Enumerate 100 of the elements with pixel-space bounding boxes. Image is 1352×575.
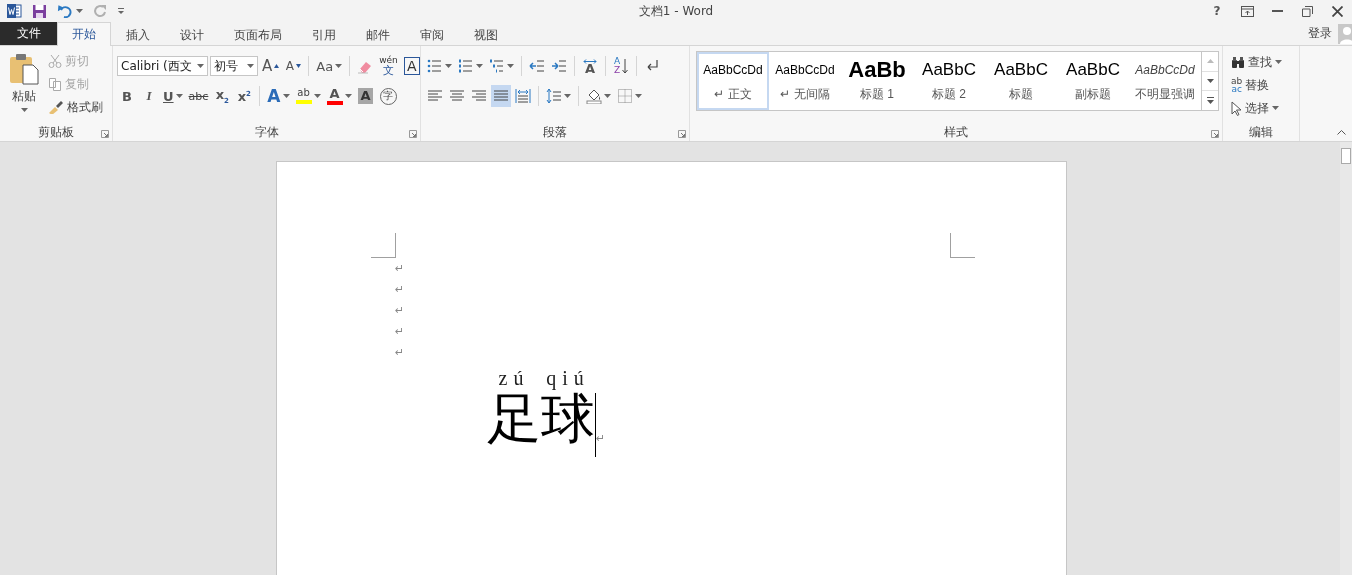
paste-button[interactable]: 粘贴 <box>4 51 44 124</box>
select-button[interactable]: 选择 <box>1229 98 1284 118</box>
ribbon-tab[interactable]: 审阅 <box>405 24 459 46</box>
paragraph-mark: ↵ <box>395 324 405 340</box>
font-name-dropdown[interactable]: Calibri (西文 <box>117 56 208 76</box>
caret-down-icon <box>1206 79 1214 83</box>
ribbon-tab[interactable]: 插入 <box>111 24 165 46</box>
close-icon <box>1331 5 1343 17</box>
ribbon-tab[interactable]: 页面布局 <box>219 24 297 46</box>
decrease-indent-icon <box>529 58 545 74</box>
scrollbar[interactable] <box>1340 142 1352 575</box>
pinyin-text: zú <box>498 367 530 389</box>
dialog-launcher-icon[interactable] <box>1211 130 1219 138</box>
undo-icon[interactable] <box>57 4 73 18</box>
paragraph-mark: ↵ <box>395 345 405 361</box>
ribbon-tab[interactable]: 视图 <box>459 24 513 46</box>
paragraph-mark: ↵ <box>395 303 405 319</box>
caret-icon <box>313 94 321 98</box>
paint-bucket-icon <box>586 88 602 104</box>
align-left-icon <box>427 88 443 104</box>
sign-in-link[interactable]: 登录 <box>1308 25 1332 42</box>
subscript-button[interactable]: x$_{2}$ <box>212 85 233 107</box>
file-tab[interactable]: 文件 <box>0 22 57 45</box>
sort-button[interactable]: A Z <box>611 55 631 77</box>
strikethrough-button[interactable]: abc <box>186 85 211 107</box>
dialog-launcher-icon[interactable] <box>678 130 686 138</box>
ribbon-tab[interactable]: 邮件 <box>351 24 405 46</box>
find-button[interactable]: 查找 <box>1229 52 1284 72</box>
paragraph-mark: ↵ <box>395 282 405 298</box>
font-color-button[interactable]: A <box>324 85 354 107</box>
group-label: 剪贴板 <box>38 124 74 141</box>
dialog-launcher-icon[interactable] <box>101 130 109 138</box>
change-case-button[interactable]: Aa <box>314 55 345 77</box>
line-spacing-icon <box>546 88 562 104</box>
clipboard-icon <box>9 53 39 85</box>
window-title: 文档1 - Word <box>638 3 714 18</box>
chinese-character: 足 <box>487 389 541 449</box>
group-label: 样式 <box>944 124 968 141</box>
format-painter-button[interactable]: 格式刷 <box>46 97 105 117</box>
caret-icon <box>604 94 611 98</box>
dialog-launcher-icon[interactable] <box>409 130 417 138</box>
ribbon-tab[interactable]: 引用 <box>297 24 351 46</box>
multilevel-list-icon <box>489 58 505 74</box>
border-grid-icon <box>617 88 633 104</box>
caret-icon <box>20 108 28 112</box>
caret-icon <box>335 64 343 68</box>
caret-icon <box>445 64 452 68</box>
pointer-icon <box>1231 100 1242 116</box>
phonetic-guide-button[interactable]: wén 文 <box>377 55 400 77</box>
expand-icon <box>1206 97 1214 105</box>
increase-indent-icon <box>551 58 567 74</box>
numbered-list-icon <box>458 58 474 74</box>
group-label: 段落 <box>543 124 567 141</box>
caret-icon <box>564 94 571 98</box>
bold-button[interactable]: B <box>117 85 137 107</box>
style-item[interactable]: AaBbCcDd ↵ 正文 <box>697 52 769 110</box>
ribbon-display-icon <box>1240 5 1254 17</box>
collapse-ribbon-icon[interactable] <box>1337 130 1346 135</box>
scroll-thumb[interactable] <box>1341 148 1351 164</box>
caret-up-icon <box>274 64 280 68</box>
minimize-icon <box>1271 10 1283 12</box>
restore-icon <box>1301 5 1313 17</box>
word-logo-icon[interactable] <box>6 3 22 19</box>
ribbon-tab[interactable]: 开始 <box>57 22 111 46</box>
group-label: 编辑 <box>1249 124 1273 141</box>
document-page[interactable]: ↵ ↵ ↵ ↵ ↵ zú 足 qiú 球↵ <box>276 161 1067 575</box>
caret-icon <box>247 64 254 68</box>
caret-icon <box>1275 60 1282 64</box>
caret-icon <box>1272 106 1279 110</box>
crop-mark <box>371 233 396 258</box>
caret-icon <box>476 64 483 68</box>
text-effect-button[interactable]: A <box>265 85 292 107</box>
crop-mark <box>950 233 975 258</box>
highlight-button[interactable]: ab <box>293 85 323 107</box>
paintbrush-icon <box>48 100 64 114</box>
italic-button[interactable]: I <box>139 85 159 107</box>
underline-button[interactable]: U <box>161 85 185 107</box>
align-center-icon <box>449 88 465 104</box>
customize-toolbar-icon[interactable] <box>117 7 125 15</box>
text-cursor <box>595 393 596 457</box>
help-button[interactable]: ? <box>1202 1 1232 21</box>
caret-icon <box>635 94 642 98</box>
justify-icon <box>493 88 509 104</box>
shrink-font-button[interactable]: A <box>283 55 304 77</box>
grow-font-button[interactable]: A <box>260 55 282 77</box>
superscript-button[interactable]: x$^{2}$ <box>234 85 255 107</box>
distribute-icon <box>515 88 531 104</box>
save-icon[interactable] <box>32 3 47 19</box>
character-shading-button[interactable]: A <box>355 85 376 107</box>
copy-icon <box>48 77 62 91</box>
character-border-button[interactable]: A <box>401 55 422 77</box>
justify-button[interactable] <box>491 85 511 107</box>
align-right-icon <box>471 88 487 104</box>
double-arrow-icon <box>583 59 597 64</box>
caret-up-icon <box>1206 59 1214 64</box>
pinyin-text: qiú <box>546 367 590 389</box>
asian-layout-button[interactable]: A <box>580 55 600 77</box>
paragraph-mark: ↵ <box>596 432 606 445</box>
font-size-dropdown[interactable]: 初号 <box>210 56 258 76</box>
ribbon-tab[interactable]: 设计 <box>165 24 219 46</box>
